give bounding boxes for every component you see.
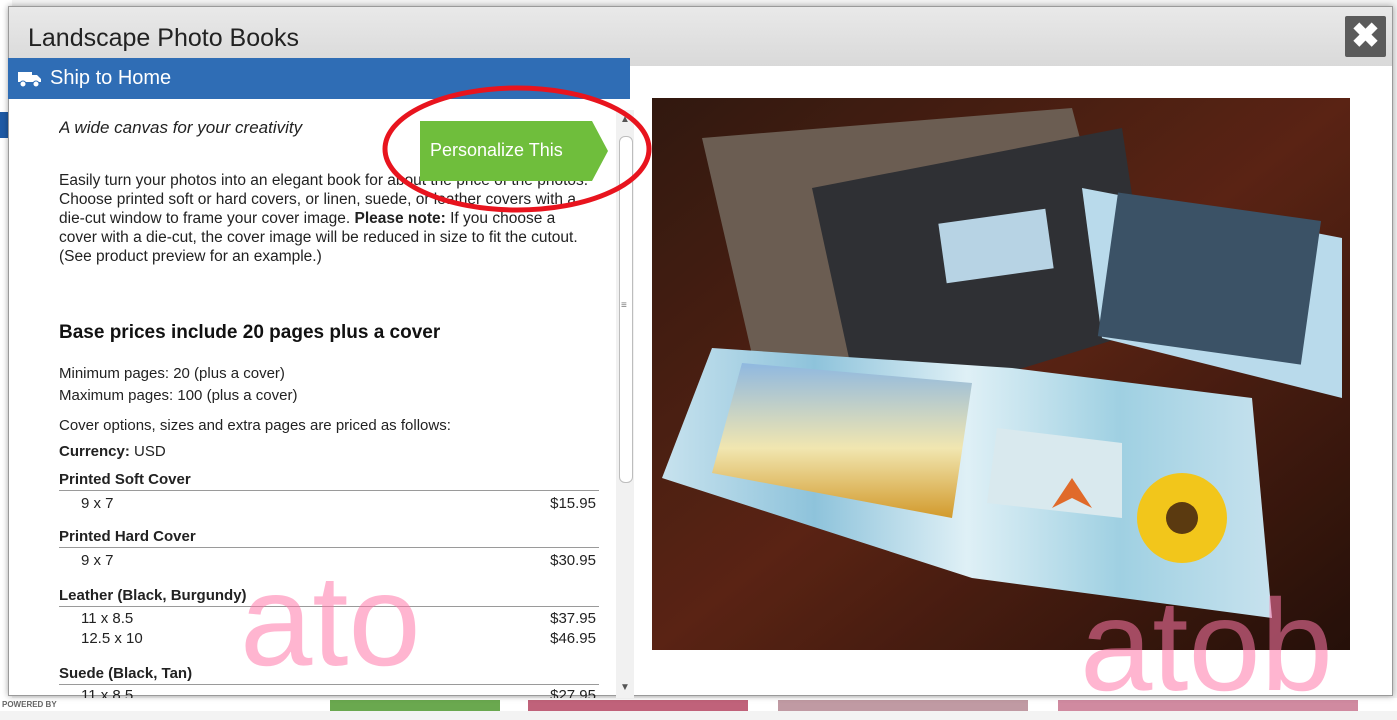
price-row-size: 12.5 x 10 <box>81 630 143 647</box>
product-tagline: A wide canvas for your creativity <box>59 118 303 137</box>
price-row-size: 9 x 7 <box>81 495 114 512</box>
scroll-down-arrow-icon[interactable]: ▼ <box>620 682 630 693</box>
modal-title: Landscape Photo Books <box>28 24 300 52</box>
price-heading: Base prices include 20 pages plus a cove… <box>59 322 441 343</box>
ship-to-home-label: Ship to Home <box>50 67 172 89</box>
price-row-price: $37.95 <box>550 610 596 627</box>
max-pages-text: Maximum pages: 100 (plus a cover) <box>59 387 298 404</box>
powered-by-text: POWERED BY <box>2 700 57 709</box>
price-row-size: 9 x 7 <box>81 552 114 569</box>
currency-line: Currency: USD <box>59 443 166 460</box>
price-row-size: 11 x 8.5 <box>81 610 134 627</box>
product-preview-image <box>652 98 1350 650</box>
group-title-printed-hard-cover: Printed Hard Cover <box>59 528 196 545</box>
group-title-suede: Suede (Black, Tan) <box>59 665 193 682</box>
pricing-note: Cover options, sizes and extra pages are… <box>59 417 451 434</box>
price-row-price: $27.95 <box>550 687 596 698</box>
min-pages-text: Minimum pages: 20 (plus a cover) <box>59 365 285 382</box>
price-row-size: 11 x 8.5 <box>81 687 134 698</box>
price-row-price: $46.95 <box>550 630 596 647</box>
close-button[interactable]: ✖ <box>1345 16 1386 57</box>
annotation-ellipse <box>382 85 652 213</box>
watermark: ato <box>240 547 421 693</box>
currency-value: USD <box>134 443 166 460</box>
currency-label: Currency: <box>59 443 130 460</box>
watermark: atob <box>1080 572 1334 718</box>
price-row-price: $30.95 <box>550 552 596 569</box>
truck-icon <box>18 72 41 88</box>
price-row-price: $15.95 <box>550 495 596 512</box>
scrollbar-grip-icon: ≡ <box>621 300 627 311</box>
group-title-leather: Leather (Black, Burgundy) <box>59 587 247 604</box>
group-divider <box>59 490 599 491</box>
group-title-printed-soft-cover: Printed Soft Cover <box>59 471 191 488</box>
